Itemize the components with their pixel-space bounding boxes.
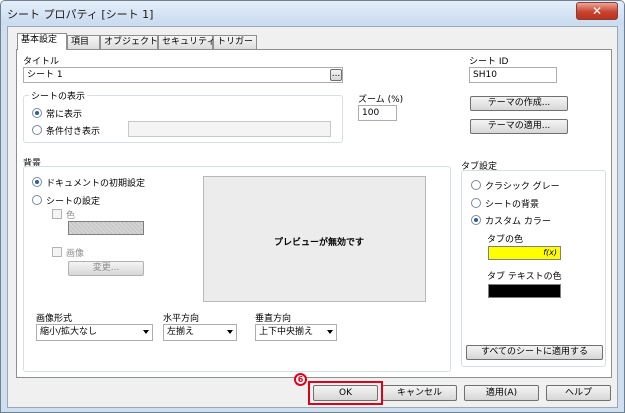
title-label: タイトル [23, 57, 60, 67]
classic-gray-label: クラシック グレー [485, 182, 560, 192]
step-number-badge: 6 [294, 373, 307, 386]
title-input[interactable]: シート 1 [23, 67, 343, 83]
tab-color-swatch[interactable]: f(x) [488, 246, 561, 260]
preview-disabled-text: プレビューが無効です [274, 238, 365, 248]
tab-color-label: タブの色 [487, 235, 524, 245]
always-show-label: 常に表示 [46, 110, 83, 120]
vertical-align-value: 上下中央揃え [259, 327, 314, 337]
image-format-value: 縮小/拡大なし [40, 327, 98, 337]
tab-triggers[interactable]: トリガー [213, 35, 257, 49]
classic-gray-radio[interactable] [471, 180, 481, 190]
vertical-align-label: 垂直方向 [255, 314, 292, 324]
sheet-setting-radio[interactable] [32, 195, 42, 205]
apply-all-sheets-button[interactable]: すべてのシートに適用する [466, 345, 603, 360]
sheet-properties-dialog: シート プロパティ [シート 1] ✕ 基本設定 項目 オブジェクト セキュリテ… [0, 0, 625, 413]
show-sheet-group-label: シートの表示 [29, 89, 88, 102]
help-button[interactable]: ヘルプ [546, 385, 611, 401]
horizontal-align-select[interactable]: 左揃え [163, 324, 237, 341]
background-color-swatch[interactable] [68, 221, 144, 235]
title-expression-button[interactable]: ... [330, 69, 342, 81]
conditional-show-radio[interactable] [32, 125, 42, 135]
chevron-down-icon [227, 330, 233, 334]
zoom-label: ズーム (%) [358, 95, 404, 105]
sheet-setting-label: シートの設定 [46, 197, 101, 207]
apply-button[interactable]: 適用(A) [464, 385, 539, 401]
tab-security[interactable]: セキュリティ [158, 35, 215, 49]
horizontal-align-label: 水平方向 [163, 314, 200, 324]
chevron-down-icon [143, 330, 149, 334]
apply-theme-button[interactable]: テーマの適用... [470, 119, 568, 134]
image-format-label: 画像形式 [36, 314, 73, 324]
dialog-client: 基本設定 項目 オブジェクト セキュリティ トリガー タイトル シート 1 ..… [7, 26, 618, 408]
image-format-select[interactable]: 縮小/拡大なし [36, 324, 153, 341]
conditional-show-label: 条件付き表示 [46, 127, 101, 137]
fx-icon: f(x) [543, 248, 557, 257]
sheet-id-input[interactable]: SH10 [469, 67, 557, 83]
color-label: 色 [66, 211, 76, 221]
custom-color-radio[interactable] [471, 215, 481, 225]
document-default-radio[interactable] [32, 177, 42, 187]
tab-text-color-label: タブ テキストの色 [487, 272, 562, 282]
background-preview: プレビューが無効です [203, 176, 426, 302]
condition-input[interactable] [128, 121, 331, 137]
vertical-align-select[interactable]: 上下中央揃え [255, 324, 337, 341]
close-button[interactable]: ✕ [576, 2, 618, 20]
change-image-button[interactable]: 変更... [68, 261, 144, 276]
sheet-background-radio[interactable] [471, 198, 481, 208]
tab-objects[interactable]: オブジェクト [100, 35, 158, 49]
ok-button-highlight [308, 381, 383, 405]
horizontal-align-value: 左揃え [167, 327, 195, 337]
chevron-down-icon [327, 330, 333, 334]
zoom-input[interactable]: 100 [358, 105, 397, 121]
sheet-background-label: シートの背景 [485, 200, 540, 210]
title-bar: シート プロパティ [シート 1] ✕ [1, 1, 624, 25]
dialog-title: シート プロパティ [シート 1] [7, 8, 154, 21]
image-label: 画像 [66, 249, 85, 259]
general-tab-panel: タイトル シート 1 ... シート ID SH10 シートの表示 常に表示 条… [16, 49, 612, 378]
color-checkbox[interactable] [52, 209, 62, 219]
document-default-label: ドキュメントの初期設定 [46, 179, 146, 189]
custom-color-label: カスタム カラー [485, 217, 551, 227]
always-show-radio[interactable] [32, 108, 42, 118]
create-theme-button[interactable]: テーマの作成... [470, 96, 568, 111]
sheet-id-label: シート ID [469, 57, 509, 67]
tab-text-color-swatch[interactable] [488, 284, 561, 298]
image-checkbox[interactable] [52, 247, 62, 257]
tab-fields[interactable]: 項目 [67, 35, 100, 49]
tab-general[interactable]: 基本設定 [17, 33, 67, 50]
cancel-button[interactable]: キャンセル [382, 385, 457, 401]
